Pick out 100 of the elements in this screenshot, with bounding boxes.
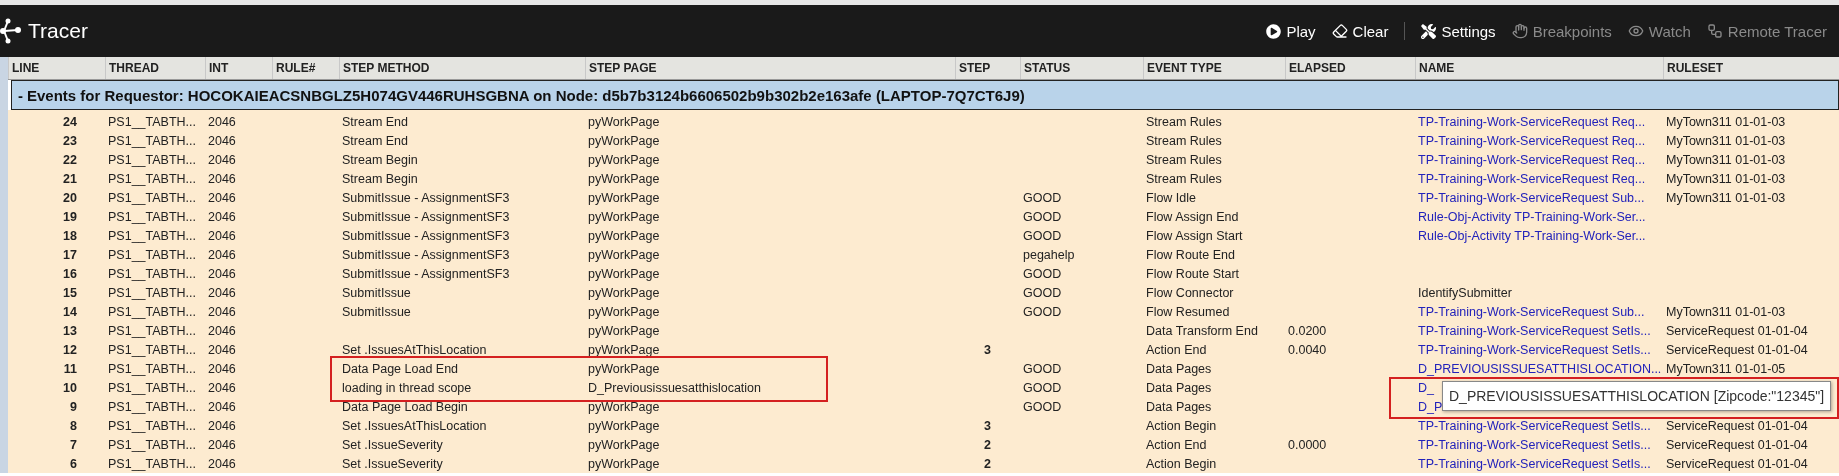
toolbar-button[interactable]: Play	[1266, 22, 1316, 40]
table-cell: MyTown311 01-01-03	[1666, 152, 1786, 167]
rule-link[interactable]: D_P	[1418, 399, 1443, 414]
table-cell-text: PS1__TABTH...	[107, 437, 197, 452]
tree-icon	[1706, 23, 1723, 39]
table-cell-text: PS1__TABTH...	[107, 418, 197, 433]
table-cell: pyWorkPage	[588, 209, 660, 224]
table-cell-text: PS1__TABTH...	[107, 380, 197, 395]
table-cell-text: 2046	[207, 228, 237, 243]
table-cell: pyWorkPage	[588, 399, 660, 414]
table-cell-text: PS1__TABTH...	[107, 247, 197, 262]
column-header[interactable]: INT	[205, 57, 272, 79]
table-cell: pyWorkPage	[588, 323, 660, 338]
rule-link[interactable]: D_	[1418, 380, 1434, 395]
column-header[interactable]: LINE	[8, 57, 105, 79]
rule-link[interactable]: TP-Training-Work-ServiceRequest SetIs...	[1418, 323, 1651, 338]
table-cell: pyWorkPage	[588, 152, 660, 167]
rule-link[interactable]: TP-Training-Work-ServiceRequest SetIs...	[1418, 418, 1651, 433]
table-cell: Stream End	[342, 114, 408, 129]
table-cell-text: 2046	[207, 190, 237, 205]
hand-icon	[1511, 23, 1528, 39]
table-cell: pyWorkPage	[588, 190, 660, 205]
table-cell: Data Pages	[1146, 399, 1212, 414]
table-cell: 3	[984, 418, 991, 433]
column-header[interactable]: EVENT TYPE	[1143, 57, 1285, 79]
rule-link[interactable]: TP-Training-Work-ServiceRequest Req...	[1418, 152, 1646, 167]
table-cell-text: 2046	[207, 456, 237, 471]
table-cell: SubmitIssue - AssignmentSF3	[342, 209, 510, 224]
column-header[interactable]: THREAD	[105, 57, 205, 79]
line-cell-text: 15	[62, 285, 78, 300]
table-cell-text: 2046	[207, 285, 237, 300]
toolbar-button[interactable]: Clear	[1331, 22, 1389, 40]
table-cell-text: 2046	[207, 133, 237, 148]
table-cell: pyWorkPage	[588, 133, 660, 148]
rule-link[interactable]: TP-Training-Work-ServiceRequest Req...	[1418, 133, 1646, 148]
line-cell-text: 18	[62, 228, 78, 243]
table-cell: GOOD	[1023, 399, 1062, 414]
table-cell-text: 2046	[207, 114, 237, 129]
table-cell: MyTown311 01-01-03	[1666, 190, 1786, 205]
table-cell: MyTown311 01-01-05	[1666, 361, 1786, 376]
table-cell-text: 2046	[207, 437, 237, 452]
table-cell: Set .IssuesAtThisLocation	[342, 418, 487, 433]
table-cell: Set .IssueSeverity	[342, 437, 443, 452]
table-cell-text: PS1__TABTH...	[107, 228, 197, 243]
table-cell: Data Pages	[1146, 380, 1212, 395]
line-cell-text: 14	[62, 304, 78, 319]
table-cell: SubmitIssue - AssignmentSF3	[342, 266, 510, 281]
table-cell-text: PS1__TABTH...	[107, 304, 197, 319]
column-header[interactable]: ELAPSED	[1285, 57, 1415, 79]
rule-link[interactable]: Rule-Obj-Activity TP-Training-Work-Ser...	[1418, 228, 1646, 243]
rule-link[interactable]: TP-Training-Work-ServiceRequest Req...	[1418, 114, 1646, 129]
line-cell-text: 11	[62, 361, 78, 376]
rule-link[interactable]: TP-Training-Work-ServiceRequest SetIs...	[1418, 437, 1651, 452]
rule-link[interactable]: TP-Training-Work-ServiceRequest Sub...	[1418, 304, 1645, 319]
column-header[interactable]: STATUS	[1020, 57, 1143, 79]
rule-link[interactable]: TP-Training-Work-ServiceRequest Req...	[1418, 171, 1646, 186]
table-cell: Action Begin	[1146, 418, 1217, 433]
table-cell: pyWorkPage	[588, 114, 660, 129]
table-cell-text: 2046	[207, 152, 237, 167]
table-cell-text: PS1__TABTH...	[107, 133, 197, 148]
table-cell-text: PS1__TABTH...	[107, 152, 197, 167]
rule-link[interactable]: TP-Training-Work-ServiceRequest SetIs...	[1418, 342, 1651, 357]
logo-icon	[0, 18, 22, 44]
table-cell: 0.0200	[1288, 323, 1327, 338]
column-header[interactable]: RULESET	[1663, 57, 1839, 79]
collapse-toggle[interactable]: -	[18, 86, 23, 104]
table-cell: ServiceRequest 01-01-04	[1666, 323, 1808, 338]
table-cell: pyWorkPage	[588, 228, 660, 243]
table-cell: Data Page Load End	[342, 361, 459, 376]
line-cell-text: 21	[62, 171, 78, 186]
table-cell: Stream Rules	[1146, 114, 1222, 129]
column-header[interactable]: STEP METHOD	[339, 57, 585, 79]
rule-link[interactable]: Rule-Obj-Activity TP-Training-Work-Ser...	[1418, 209, 1646, 224]
rule-link[interactable]: TP-Training-Work-ServiceRequest SetIs...	[1418, 456, 1651, 471]
table-cell-text: 2046	[207, 266, 237, 281]
table-cell-text: 2046	[207, 209, 237, 224]
toolbar-button[interactable]: Settings	[1421, 22, 1496, 40]
line-cell-text: 19	[62, 209, 78, 224]
settings-icon	[1421, 23, 1437, 39]
column-header[interactable]: RULE#	[272, 57, 339, 79]
column-header[interactable]: STEP PAGE	[585, 57, 955, 79]
table-cell: Set .IssuesAtThisLocation	[342, 342, 487, 357]
rule-link[interactable]: D_PREVIOUSISSUESATTHISLOCATION...	[1418, 361, 1662, 376]
table-cell: Stream Rules	[1146, 133, 1222, 148]
eraser-icon	[1331, 23, 1348, 39]
table-cell: Stream Begin	[342, 171, 418, 186]
line-cell-text: 20	[62, 190, 78, 205]
table-cell: MyTown311 01-01-03	[1666, 171, 1786, 186]
table-cell: GOOD	[1023, 304, 1062, 319]
column-header[interactable]: NAME	[1415, 57, 1663, 79]
line-cell-text: 23	[62, 133, 78, 148]
table-cell: GOOD	[1023, 285, 1062, 300]
rule-link[interactable]: TP-Training-Work-ServiceRequest Sub...	[1418, 190, 1645, 205]
table-cell: pyWorkPage	[588, 456, 660, 471]
line-cell-text: 24	[62, 114, 78, 129]
column-header[interactable]: STEP	[955, 57, 1020, 79]
table-cell: Stream End	[342, 133, 408, 148]
table-cell: 3	[984, 342, 991, 357]
table-cell-text: PS1__TABTH...	[107, 190, 197, 205]
table-cell: GOOD	[1023, 228, 1062, 243]
